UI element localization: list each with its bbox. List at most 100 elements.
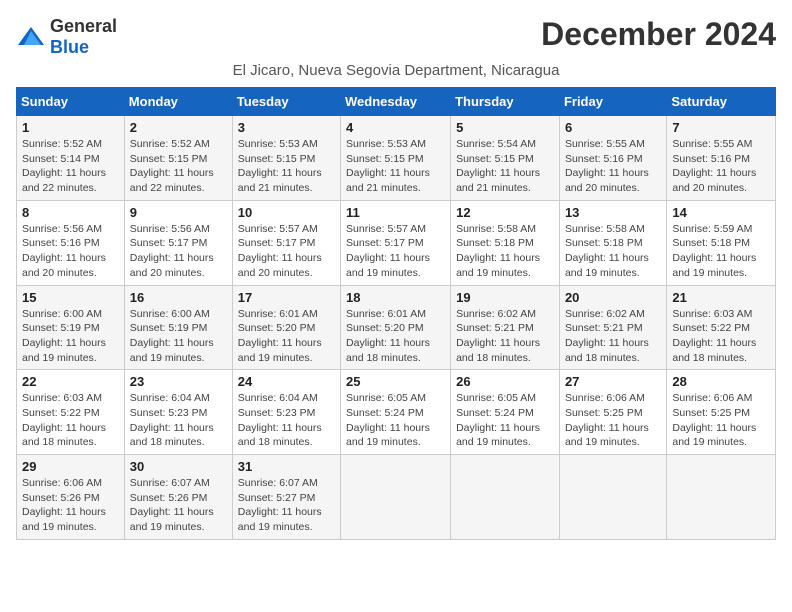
day-number: 15 (22, 290, 119, 305)
day-number: 4 (346, 120, 445, 135)
day-number: 2 (130, 120, 227, 135)
day-info: Sunrise: 6:03 AM Sunset: 5:22 PM Dayligh… (672, 307, 770, 366)
day-info: Sunrise: 5:52 AM Sunset: 5:14 PM Dayligh… (22, 137, 119, 196)
calendar-cell: 3 Sunrise: 5:53 AM Sunset: 5:15 PM Daylig… (232, 116, 340, 201)
calendar-cell: 5Sunrise: 5:54 AM Sunset: 5:15 PM Daylig… (451, 116, 560, 201)
day-number: 6 (565, 120, 661, 135)
calendar-cell: 13 Sunrise: 5:58 AM Sunset: 5:18 PM Dayli… (559, 200, 666, 285)
day-info: Sunrise: 5:54 AM Sunset: 5:15 PM Dayligh… (456, 137, 554, 196)
day-info: Sunrise: 6:07 AM Sunset: 5:26 PM Dayligh… (130, 476, 227, 535)
day-info: Sunrise: 5:53 AM Sunset: 5:15 PM Dayligh… (238, 137, 335, 196)
logo-blue: Blue (50, 37, 89, 57)
calendar-cell: 27 Sunrise: 6:06 AM Sunset: 5:25 PM Dayli… (559, 370, 666, 455)
calendar-cell: 7 Sunrise: 5:55 AM Sunset: 5:16 PM Daylig… (667, 116, 776, 201)
day-info: Sunrise: 6:05 AM Sunset: 5:24 PM Dayligh… (346, 391, 445, 450)
day-info: Sunrise: 5:52 AM Sunset: 5:15 PM Dayligh… (130, 137, 227, 196)
calendar-cell: 4 Sunrise: 5:53 AM Sunset: 5:15 PM Daylig… (341, 116, 451, 201)
day-info: Sunrise: 5:57 AM Sunset: 5:17 PM Dayligh… (238, 222, 335, 281)
day-number: 13 (565, 205, 661, 220)
logo-text: General Blue (50, 16, 117, 58)
calendar-cell: 9 Sunrise: 5:56 AM Sunset: 5:17 PM Daylig… (124, 200, 232, 285)
calendar-cell: 8 Sunrise: 5:56 AM Sunset: 5:16 PM Daylig… (17, 200, 125, 285)
calendar-header: SundayMondayTuesdayWednesdayThursdayFrid… (17, 88, 776, 116)
calendar-cell: 18Sunrise: 6:01 AM Sunset: 5:20 PM Dayli… (341, 285, 451, 370)
calendar-cell: 26 Sunrise: 6:05 AM Sunset: 5:24 PM Dayli… (451, 370, 560, 455)
day-number: 27 (565, 374, 661, 389)
day-number: 9 (130, 205, 227, 220)
calendar-cell: 31 Sunrise: 6:07 AM Sunset: 5:27 PM Dayli… (232, 455, 340, 540)
calendar-cell: 10 Sunrise: 5:57 AM Sunset: 5:17 PM Dayli… (232, 200, 340, 285)
day-number: 8 (22, 205, 119, 220)
calendar-cell (341, 455, 451, 540)
weekday-header-wednesday: Wednesday (341, 88, 451, 116)
calendar-cell: 14Sunrise: 5:59 AM Sunset: 5:18 PM Dayli… (667, 200, 776, 285)
subtitle-wrapper: El Jicaro, Nueva Segovia Department, Nic… (16, 62, 776, 79)
logo-general: General (50, 16, 117, 36)
day-number: 7 (672, 120, 770, 135)
day-info: Sunrise: 5:55 AM Sunset: 5:16 PM Dayligh… (565, 137, 661, 196)
title-wrapper: December 2024 (117, 16, 776, 53)
weekday-header-thursday: Thursday (451, 88, 560, 116)
day-number: 12 (456, 205, 554, 220)
main-title: December 2024 (117, 16, 776, 53)
calendar-week-row: 22Sunrise: 6:03 AM Sunset: 5:22 PM Dayli… (17, 370, 776, 455)
day-info: Sunrise: 6:06 AM Sunset: 5:26 PM Dayligh… (22, 476, 119, 535)
day-number: 11 (346, 205, 445, 220)
day-info: Sunrise: 6:06 AM Sunset: 5:25 PM Dayligh… (565, 391, 661, 450)
calendar-cell (451, 455, 560, 540)
calendar-cell (667, 455, 776, 540)
day-number: 28 (672, 374, 770, 389)
header: General Blue December 2024 (16, 16, 776, 58)
calendar-cell: 2 Sunrise: 5:52 AM Sunset: 5:15 PM Daylig… (124, 116, 232, 201)
day-info: Sunrise: 5:53 AM Sunset: 5:15 PM Dayligh… (346, 137, 445, 196)
day-info: Sunrise: 6:06 AM Sunset: 5:25 PM Dayligh… (672, 391, 770, 450)
day-info: Sunrise: 6:07 AM Sunset: 5:27 PM Dayligh… (238, 476, 335, 535)
day-number: 10 (238, 205, 335, 220)
day-number: 29 (22, 459, 119, 474)
day-number: 26 (456, 374, 554, 389)
day-number: 31 (238, 459, 335, 474)
calendar-body: 1 Sunrise: 5:52 AM Sunset: 5:14 PM Daylig… (17, 116, 776, 540)
day-number: 3 (238, 120, 335, 135)
day-info: Sunrise: 5:56 AM Sunset: 5:17 PM Dayligh… (130, 222, 227, 281)
subtitle: El Jicaro, Nueva Segovia Department, Nic… (16, 62, 776, 79)
calendar-cell: 15 Sunrise: 6:00 AM Sunset: 5:19 PM Dayli… (17, 285, 125, 370)
day-number: 17 (238, 290, 335, 305)
calendar-cell: 23Sunrise: 6:04 AM Sunset: 5:23 PM Dayli… (124, 370, 232, 455)
calendar-cell: 1 Sunrise: 5:52 AM Sunset: 5:14 PM Daylig… (17, 116, 125, 201)
calendar-cell: 29 Sunrise: 6:06 AM Sunset: 5:26 PM Dayli… (17, 455, 125, 540)
day-number: 19 (456, 290, 554, 305)
calendar-cell: 17Sunrise: 6:01 AM Sunset: 5:20 PM Dayli… (232, 285, 340, 370)
calendar-week-row: 15 Sunrise: 6:00 AM Sunset: 5:19 PM Dayli… (17, 285, 776, 370)
day-number: 16 (130, 290, 227, 305)
calendar-cell: 12 Sunrise: 5:58 AM Sunset: 5:18 PM Dayli… (451, 200, 560, 285)
calendar-cell: 20 Sunrise: 6:02 AM Sunset: 5:21 PM Dayli… (559, 285, 666, 370)
day-info: Sunrise: 6:04 AM Sunset: 5:23 PM Dayligh… (130, 391, 227, 450)
day-number: 24 (238, 374, 335, 389)
day-info: Sunrise: 5:55 AM Sunset: 5:16 PM Dayligh… (672, 137, 770, 196)
calendar-week-row: 8 Sunrise: 5:56 AM Sunset: 5:16 PM Daylig… (17, 200, 776, 285)
calendar-week-row: 29 Sunrise: 6:06 AM Sunset: 5:26 PM Dayli… (17, 455, 776, 540)
day-info: Sunrise: 5:56 AM Sunset: 5:16 PM Dayligh… (22, 222, 119, 281)
weekday-header-monday: Monday (124, 88, 232, 116)
day-number: 30 (130, 459, 227, 474)
weekday-header-tuesday: Tuesday (232, 88, 340, 116)
day-number: 18 (346, 290, 445, 305)
calendar-table: SundayMondayTuesdayWednesdayThursdayFrid… (16, 87, 776, 540)
day-info: Sunrise: 5:58 AM Sunset: 5:18 PM Dayligh… (565, 222, 661, 281)
day-info: Sunrise: 6:02 AM Sunset: 5:21 PM Dayligh… (565, 307, 661, 366)
logo-icon (16, 25, 46, 49)
calendar-cell: 22Sunrise: 6:03 AM Sunset: 5:22 PM Dayli… (17, 370, 125, 455)
day-info: Sunrise: 6:05 AM Sunset: 5:24 PM Dayligh… (456, 391, 554, 450)
calendar-cell: 11Sunrise: 5:57 AM Sunset: 5:17 PM Dayli… (341, 200, 451, 285)
day-info: Sunrise: 6:00 AM Sunset: 5:19 PM Dayligh… (22, 307, 119, 366)
day-info: Sunrise: 6:02 AM Sunset: 5:21 PM Dayligh… (456, 307, 554, 366)
day-info: Sunrise: 5:58 AM Sunset: 5:18 PM Dayligh… (456, 222, 554, 281)
day-number: 1 (22, 120, 119, 135)
calendar-cell: 21 Sunrise: 6:03 AM Sunset: 5:22 PM Dayli… (667, 285, 776, 370)
calendar-cell: 6 Sunrise: 5:55 AM Sunset: 5:16 PM Daylig… (559, 116, 666, 201)
day-number: 20 (565, 290, 661, 305)
day-number: 25 (346, 374, 445, 389)
calendar-week-row: 1 Sunrise: 5:52 AM Sunset: 5:14 PM Daylig… (17, 116, 776, 201)
day-number: 21 (672, 290, 770, 305)
